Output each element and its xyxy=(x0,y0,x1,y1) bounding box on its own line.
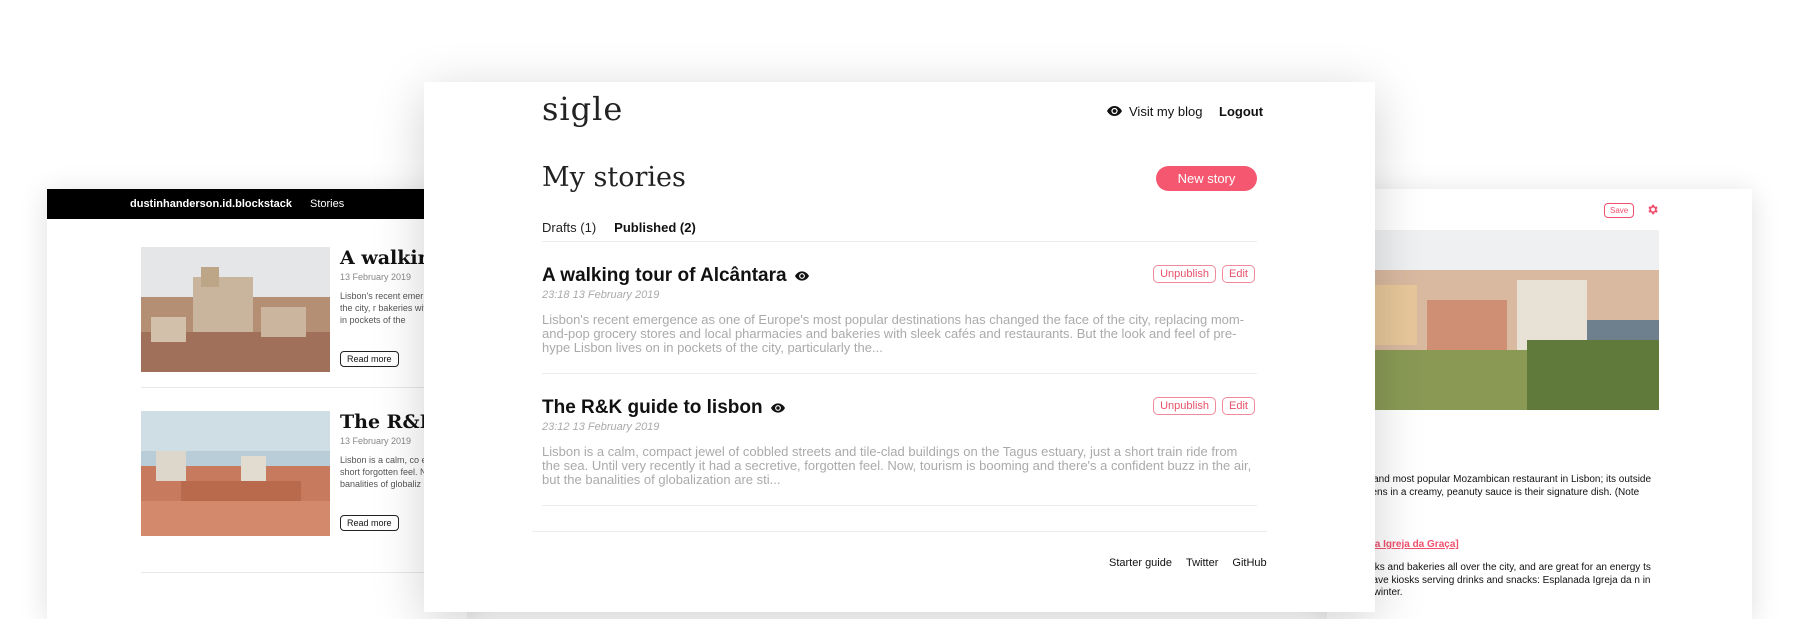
story-row: A walking tour of Alcântara 23:18 13 Feb… xyxy=(542,265,1257,355)
app-logo[interactable]: sigle xyxy=(542,90,623,128)
read-more-button[interactable]: Read more xyxy=(340,515,399,531)
visit-blog-link[interactable]: Visit my blog xyxy=(1107,104,1202,119)
story-date: 23:18 13 February 2019 xyxy=(542,289,660,301)
story-tabs: Drafts (1) Published (2) xyxy=(542,220,696,235)
dashboard-card: sigle Visit my blog Logout My stories Ne… xyxy=(424,82,1375,612)
list-item: The R&K g 13 February 2019 Lisbon is a c… xyxy=(141,411,467,556)
story-thumbnail[interactable] xyxy=(141,411,330,536)
blog-topbar: dustinhanderson.id.blockstack Stories xyxy=(47,189,467,219)
unpublish-button[interactable]: Unpublish xyxy=(1153,265,1217,283)
eye-icon[interactable] xyxy=(770,397,785,419)
footer: Starter guide Twitter GitHub xyxy=(1109,557,1267,569)
blog-stories-link[interactable]: Stories xyxy=(310,198,344,210)
tab-published[interactable]: Published (2) xyxy=(614,220,696,235)
story-paragraph: est and most popular Mozambican restaura… xyxy=(1357,474,1652,510)
gear-icon[interactable] xyxy=(1646,203,1659,216)
blog-preview-card: dustinhanderson.id.blockstack Stories A … xyxy=(47,189,467,619)
divider xyxy=(141,572,467,573)
story-title-row: A walking tour of Alcântara xyxy=(542,265,1257,287)
story-paragraph: kiosks and bakeries all over the city, a… xyxy=(1357,562,1651,598)
story-title-row: The R&K guide to lisbon xyxy=(542,397,1257,419)
story-title[interactable]: The R&K guide to lisbon xyxy=(542,397,763,419)
save-button[interactable]: Save xyxy=(1604,203,1635,218)
divider xyxy=(542,373,1257,374)
story-row: The R&K guide to lisbon 23:12 13 Februar… xyxy=(542,397,1257,487)
story-editor-card: Save est and most popular Mozambican res… xyxy=(1327,189,1752,619)
footer-divider xyxy=(532,531,1267,532)
github-link[interactable]: GitHub xyxy=(1232,557,1266,569)
unpublish-button[interactable]: Unpublish xyxy=(1153,397,1217,415)
story-cover-image xyxy=(1327,230,1659,410)
page-title: My stories xyxy=(542,162,686,193)
twitter-link[interactable]: Twitter xyxy=(1186,557,1218,569)
divider xyxy=(141,387,467,388)
read-more-button[interactable]: Read more xyxy=(340,351,399,367)
story-actions: Unpublish Edit xyxy=(1153,397,1255,415)
eye-icon[interactable] xyxy=(794,265,809,287)
logout-button[interactable]: Logout xyxy=(1219,104,1263,119)
blog-username[interactable]: dustinhanderson.id.blockstack xyxy=(130,198,292,210)
story-actions: Unpublish Edit xyxy=(1153,265,1255,283)
new-story-button[interactable]: New story xyxy=(1156,166,1257,191)
visit-blog-label: Visit my blog xyxy=(1129,104,1203,119)
tab-drafts[interactable]: Drafts (1) xyxy=(542,220,596,235)
list-item: A walking t 13 February 2019 Lisbon's re… xyxy=(141,247,467,392)
starter-guide-link[interactable]: Starter guide xyxy=(1109,557,1172,569)
story-date: 23:12 13 February 2019 xyxy=(542,421,660,433)
story-excerpt: Lisbon's recent emergence as one of Euro… xyxy=(542,312,1245,355)
divider xyxy=(542,241,1257,242)
edit-button[interactable]: Edit xyxy=(1222,265,1255,283)
story-title[interactable]: A walking tour of Alcântara xyxy=(542,265,787,287)
edit-button[interactable]: Edit xyxy=(1222,397,1255,415)
story-thumbnail[interactable] xyxy=(141,247,330,372)
divider xyxy=(542,505,1257,506)
eye-icon xyxy=(1107,104,1122,119)
story-excerpt: Lisbon is a calm, compact jewel of cobbl… xyxy=(542,444,1252,487)
